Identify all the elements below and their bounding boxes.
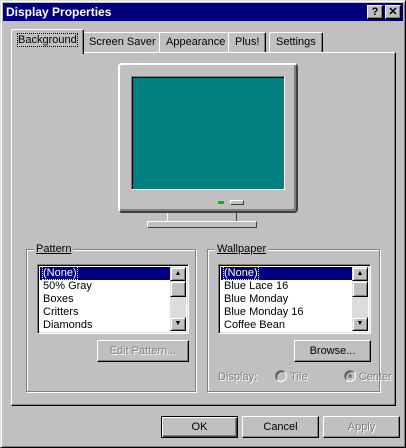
scroll-thumb[interactable]	[352, 281, 368, 297]
list-item[interactable]: Blue Monday 16	[221, 306, 352, 319]
center-label: Center	[358, 371, 392, 383]
edit-pattern-button[interactable]: Edit Pattern...	[97, 340, 189, 362]
list-item[interactable]: Blue Lace 16	[221, 280, 352, 293]
scroll-down-icon[interactable]: ▼	[170, 317, 186, 331]
center-radio[interactable]	[343, 370, 356, 382]
tile-label: Tile	[290, 371, 308, 383]
wallpaper-group: Wallpaper (None) Blue Lace 16 Blue Monda…	[207, 243, 392, 392]
help-icon: ?	[371, 6, 379, 18]
list-item[interactable]: Boxes	[40, 293, 170, 306]
scroll-up-icon[interactable]: ▲	[170, 267, 186, 281]
background-tab-panel: Pattern (None) 50% Gray Boxes Critters D…	[11, 52, 396, 406]
browse-button[interactable]: Browse...	[294, 340, 371, 362]
display-mode-row: Display: Tile Center	[218, 370, 392, 383]
list-item[interactable]: Coffee Bean	[221, 319, 352, 332]
tab-screen-saver[interactable]: Screen Saver	[82, 32, 163, 52]
list-item[interactable]: Blue Monday	[221, 293, 352, 306]
pattern-label: Pattern	[34, 243, 74, 255]
list-item[interactable]: (None)	[40, 266, 170, 280]
tab-appearance[interactable]: Appearance	[159, 32, 233, 52]
pattern-group: Pattern (None) 50% Gray Boxes Critters D…	[26, 243, 196, 392]
monitor-neck	[167, 213, 237, 221]
wallpaper-scrollbar[interactable]: ▲ ▼	[352, 267, 368, 331]
power-led-icon	[218, 201, 224, 204]
tab-background[interactable]: Background	[11, 29, 84, 54]
display-label: Display:	[218, 371, 258, 383]
scroll-thumb[interactable]	[170, 281, 186, 297]
close-button[interactable]: ✕	[385, 5, 401, 19]
window-title: Display Properties	[6, 5, 112, 19]
pattern-scrollbar[interactable]: ▲ ▼	[170, 267, 186, 331]
list-item[interactable]: Critters	[40, 306, 170, 319]
wallpaper-listbox[interactable]: (None) Blue Lace 16 Blue Monday Blue Mon…	[218, 264, 371, 334]
pattern-listbox[interactable]: (None) 50% Gray Boxes Critters Diamonds …	[37, 264, 189, 334]
close-icon: ✕	[388, 6, 398, 18]
tab-settings[interactable]: Settings	[269, 32, 323, 52]
monitor-preview	[118, 63, 298, 213]
list-item[interactable]: (None)	[221, 266, 352, 280]
apply-button[interactable]: Apply	[323, 416, 400, 438]
scroll-down-icon[interactable]: ▼	[352, 317, 368, 331]
cancel-button[interactable]: Cancel	[242, 416, 319, 438]
power-button-icon	[230, 200, 244, 205]
title-bar[interactable]: Display Properties ? ✕	[3, 3, 403, 21]
list-item[interactable]: Diamonds	[40, 319, 170, 332]
help-button[interactable]: ?	[367, 5, 383, 19]
display-properties-window: Display Properties ? ✕ Background Screen…	[0, 0, 406, 448]
ok-button[interactable]: OK	[161, 416, 238, 438]
desktop-preview-screen	[131, 76, 285, 190]
tile-radio[interactable]	[275, 370, 288, 382]
scroll-up-icon[interactable]: ▲	[352, 267, 368, 281]
tab-plus[interactable]: Plus!	[228, 32, 267, 52]
monitor-base	[147, 221, 257, 228]
list-item[interactable]: 50% Gray	[40, 280, 170, 293]
wallpaper-label: Wallpaper	[215, 243, 269, 255]
